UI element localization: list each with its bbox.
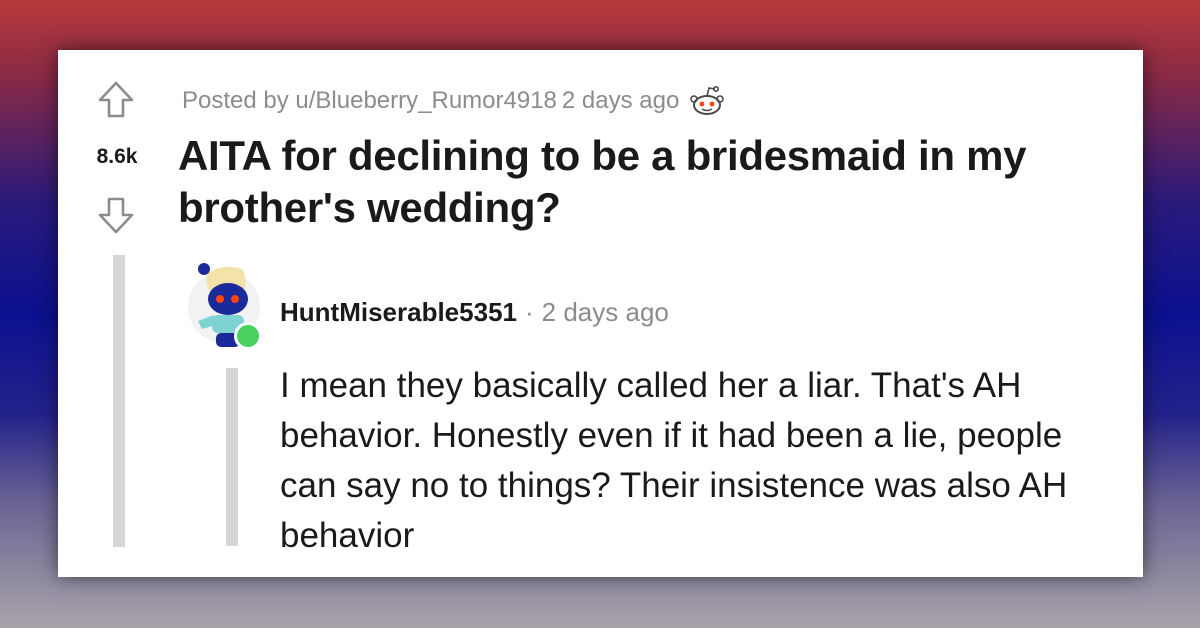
vote-column: 8.6k [58, 50, 178, 577]
reddit-snoo-award-icon[interactable] [689, 84, 725, 118]
online-status-dot [234, 322, 262, 350]
thread-line[interactable] [113, 255, 125, 547]
post-meta: Posted by u/Blueberry_Rumor4918 2 days a… [182, 84, 725, 118]
post-time: 2 days ago [561, 87, 680, 114]
vote-score: 8.6k [96, 145, 138, 168]
comment-body: I mean they basically called her a liar.… [280, 366, 1068, 555]
comment-time: 2 days ago [541, 297, 669, 327]
comment-thread-line[interactable] [226, 368, 238, 546]
meta-separator: · [524, 297, 534, 327]
posted-by[interactable]: Posted by u/Blueberry_Rumor4918 [182, 87, 557, 115]
post-title[interactable]: AITA for declining to be a bridesmaid in… [178, 130, 1098, 234]
post-card: 8.6k Posted by u/Blueberry_Rumor4918 2 d… [58, 50, 1143, 577]
comment-username[interactable]: HuntMiserable5351 [280, 297, 517, 328]
upvote-arrow-icon[interactable] [96, 80, 136, 120]
comment-meta: HuntMiserable5351 · 2 days ago [280, 297, 669, 328]
downvote-arrow-icon[interactable] [96, 195, 136, 235]
